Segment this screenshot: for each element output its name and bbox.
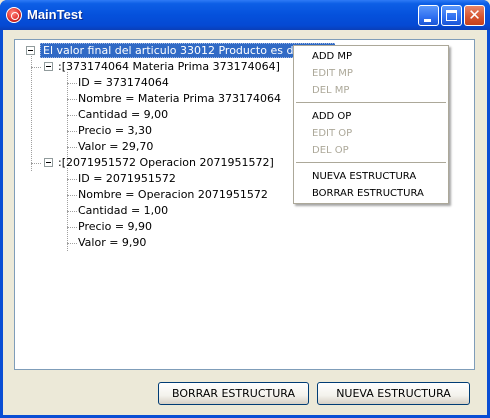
minimize-button[interactable] xyxy=(418,5,439,26)
main-window: MainTest ✕ El valor final del articulo 3… xyxy=(0,0,490,418)
tree-leaf-node[interactable]: Nombre = Operacion 2071951572 xyxy=(78,187,268,203)
tree-group-node[interactable]: :[373174064 Materia Prima 373174064] xyxy=(58,59,280,75)
minimize-icon xyxy=(424,19,431,22)
maximize-button[interactable] xyxy=(441,5,462,26)
menu-item-borrar-estructura[interactable]: BORRAR ESTRUCTURA xyxy=(294,185,448,202)
app-icon[interactable] xyxy=(6,7,22,23)
tree-connector xyxy=(31,67,41,68)
menu-item-del-mp[interactable]: DEL MP xyxy=(294,82,448,99)
tree-connector xyxy=(67,131,77,132)
menu-separator xyxy=(296,162,446,163)
tree-connector xyxy=(67,195,77,196)
context-menu: ADD MP EDIT MP DEL MP ADD OP EDIT OP DEL… xyxy=(293,45,449,204)
close-icon: ✕ xyxy=(468,6,481,24)
tree-connector xyxy=(67,115,77,116)
close-button[interactable]: ✕ xyxy=(464,5,485,26)
tree-leaf-node[interactable]: Cantidad = 1,00 xyxy=(78,203,168,219)
menu-item-edit-op[interactable]: EDIT OP xyxy=(294,125,448,142)
tree-connector xyxy=(67,179,77,180)
tree-leaf-node[interactable]: ID = 2071951572 xyxy=(78,171,176,187)
tree-group-node[interactable]: :[2071951572 Operacion 2071951572] xyxy=(58,155,274,171)
nueva-estructura-button[interactable]: NUEVA ESTRUCTURA xyxy=(317,382,470,405)
collapse-toggle-icon[interactable] xyxy=(26,46,35,55)
tree-root-label: El valor final del articulo 33012 Produc… xyxy=(40,43,335,58)
tree-leaf-node[interactable]: Valor = 9,90 xyxy=(78,235,146,251)
collapse-toggle-icon[interactable] xyxy=(44,158,53,167)
window-title: MainTest xyxy=(27,7,83,22)
tree-root-node[interactable]: El valor final del articulo 33012 Produc… xyxy=(40,43,335,59)
tree-connector xyxy=(67,227,77,228)
menu-item-del-op[interactable]: DEL OP xyxy=(294,142,448,159)
maximize-icon xyxy=(446,10,457,21)
tree-connector xyxy=(67,211,77,212)
borrar-estructura-button[interactable]: BORRAR ESTRUCTURA xyxy=(158,382,309,405)
menu-item-add-mp[interactable]: ADD MP xyxy=(294,48,448,65)
tree-leaf-node[interactable]: Valor = 29,70 xyxy=(78,139,153,155)
tree-connector xyxy=(31,56,32,171)
tree-connector xyxy=(67,99,77,100)
tree-leaf-node[interactable]: Cantidad = 9,00 xyxy=(78,107,168,123)
collapse-toggle-icon[interactable] xyxy=(44,62,53,71)
menu-separator xyxy=(296,102,446,103)
tree-connector xyxy=(31,163,41,164)
menu-item-nueva-estructura[interactable]: NUEVA ESTRUCTURA xyxy=(294,168,448,185)
tree-connector xyxy=(67,72,68,163)
tree-leaf-node[interactable]: Precio = 3,30 xyxy=(78,123,152,139)
tree-leaf-node[interactable]: Nombre = Materia Prima 373174064 xyxy=(78,91,281,107)
tree-leaf-node[interactable]: Precio = 9,90 xyxy=(78,219,152,235)
menu-item-add-op[interactable]: ADD OP xyxy=(294,108,448,125)
tree-connector xyxy=(67,147,77,148)
title-bar[interactable]: MainTest ✕ xyxy=(0,0,490,30)
menu-item-edit-mp[interactable]: EDIT MP xyxy=(294,65,448,82)
tree-leaf-node[interactable]: ID = 373174064 xyxy=(78,75,169,91)
tree-connector xyxy=(67,168,68,251)
tree-connector xyxy=(67,243,77,244)
tree-connector xyxy=(67,83,77,84)
